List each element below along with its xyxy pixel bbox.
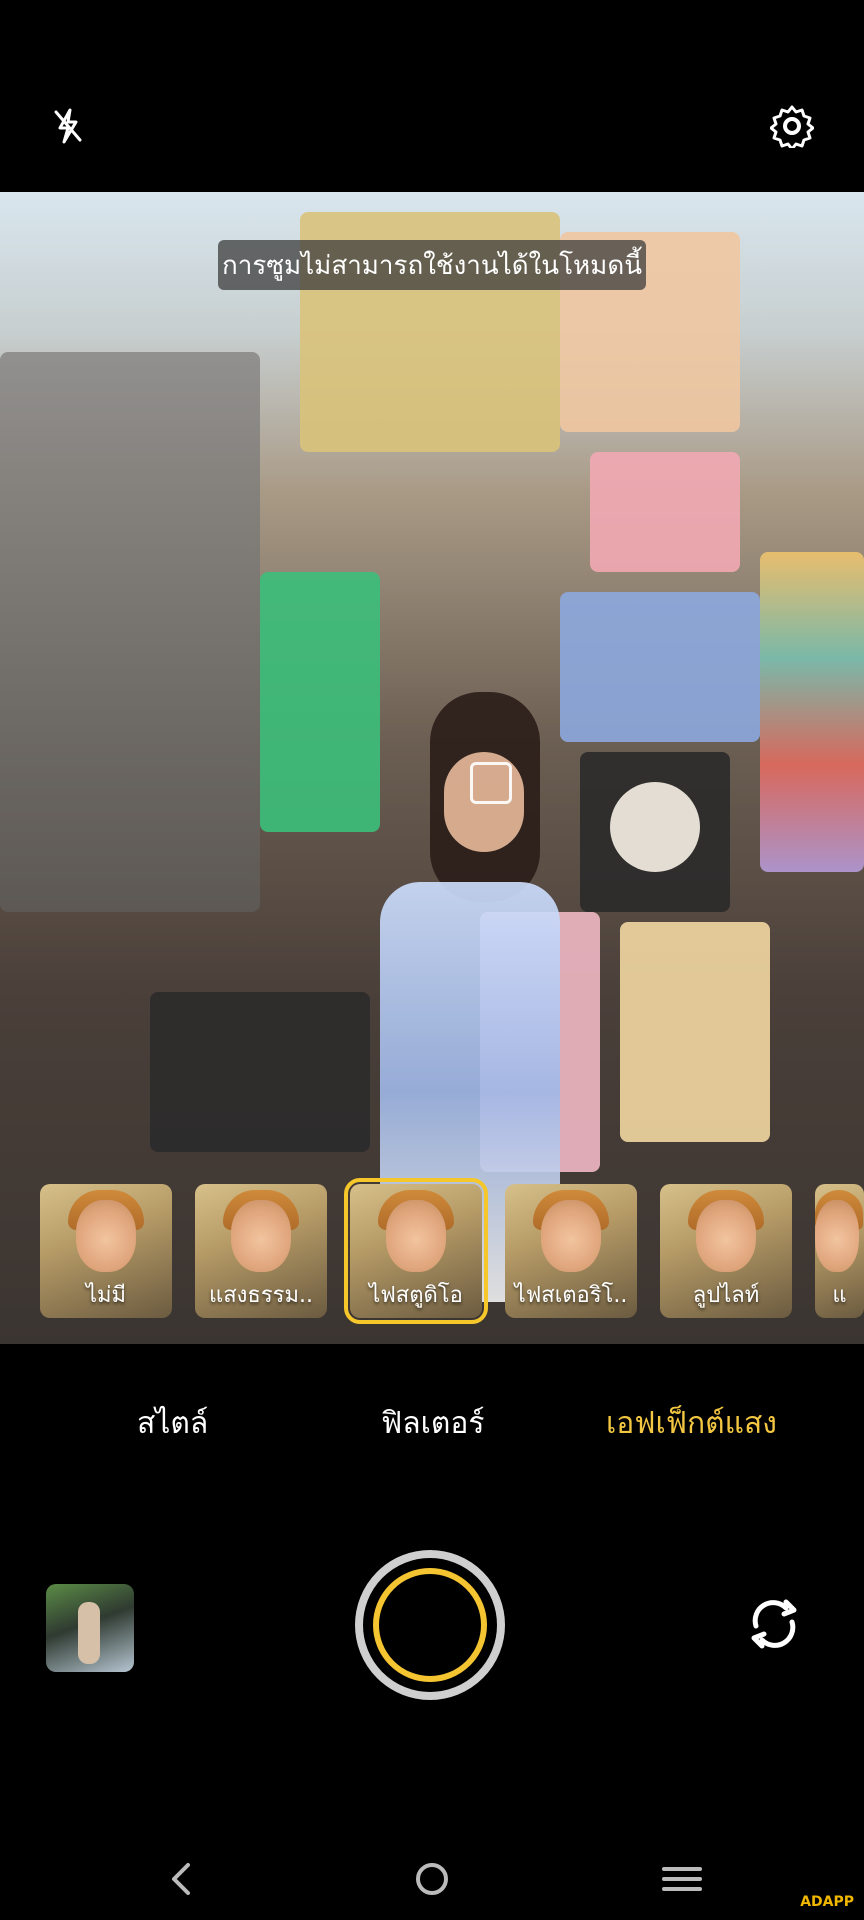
- shutter-inner-ring: [373, 1568, 487, 1682]
- camera-viewfinder[interactable]: การซูมไม่สามารถใช้งานได้ในโหมดนี้: [0, 192, 864, 1344]
- home-icon[interactable]: [402, 1854, 462, 1904]
- tab-style[interactable]: สไตล์: [137, 1400, 208, 1447]
- effect-label: แสงธรรม..: [209, 1283, 313, 1308]
- effect-stereo-light[interactable]: ไฟสเตอริโ..: [505, 1184, 637, 1318]
- effect-label: ไฟสตูดิโอ: [369, 1283, 463, 1308]
- effect-label: ไฟสเตอริโ..: [514, 1283, 628, 1308]
- effect-label: ลูปไลท์: [692, 1283, 760, 1308]
- back-icon[interactable]: [152, 1854, 212, 1904]
- light-effects-carousel: ไม่มี แสงธรรม.. ไฟสตูดิโอ ไฟสเตอริโ.. ลู…: [0, 1178, 864, 1330]
- top-bar: [0, 0, 864, 192]
- menu-icon[interactable]: [652, 1854, 712, 1904]
- effect-natural-light[interactable]: แสงธรรม..: [195, 1184, 327, 1318]
- effect-studio-light[interactable]: ไฟสตูดิโอ: [344, 1178, 488, 1324]
- flash-off-icon[interactable]: [40, 98, 96, 154]
- gear-icon[interactable]: [764, 98, 820, 154]
- mode-tabs: สไตล์ ฟิลเตอร์ เอฟเฟ็กต์แสง: [0, 1400, 864, 1456]
- tab-filter[interactable]: ฟิลเตอร์: [381, 1400, 485, 1447]
- effect-none[interactable]: ไม่มี: [40, 1184, 172, 1318]
- effect-loop-light[interactable]: ลูปไลท์: [660, 1184, 792, 1318]
- toast-text: การซูมไม่สามารถใช้งานได้ในโหมดนี้: [222, 250, 642, 281]
- effect-label: แ: [832, 1283, 847, 1308]
- tab-light-effect[interactable]: เอฟเฟ็กต์แสง: [606, 1400, 777, 1447]
- watermark-logo: ADAPP: [800, 1894, 854, 1910]
- effect-label: ไม่มี: [85, 1283, 127, 1308]
- shutter-button[interactable]: [355, 1550, 505, 1700]
- focus-indicator: [470, 762, 512, 804]
- capture-controls: [0, 1550, 864, 1710]
- effect-partial[interactable]: แ: [815, 1184, 864, 1318]
- zoom-unavailable-toast: การซูมไม่สามารถใช้งานได้ในโหมดนี้: [218, 240, 646, 290]
- gallery-thumbnail[interactable]: [46, 1584, 134, 1672]
- switch-camera-icon[interactable]: [742, 1592, 806, 1656]
- system-nav-bar: ADAPP: [0, 1840, 864, 1920]
